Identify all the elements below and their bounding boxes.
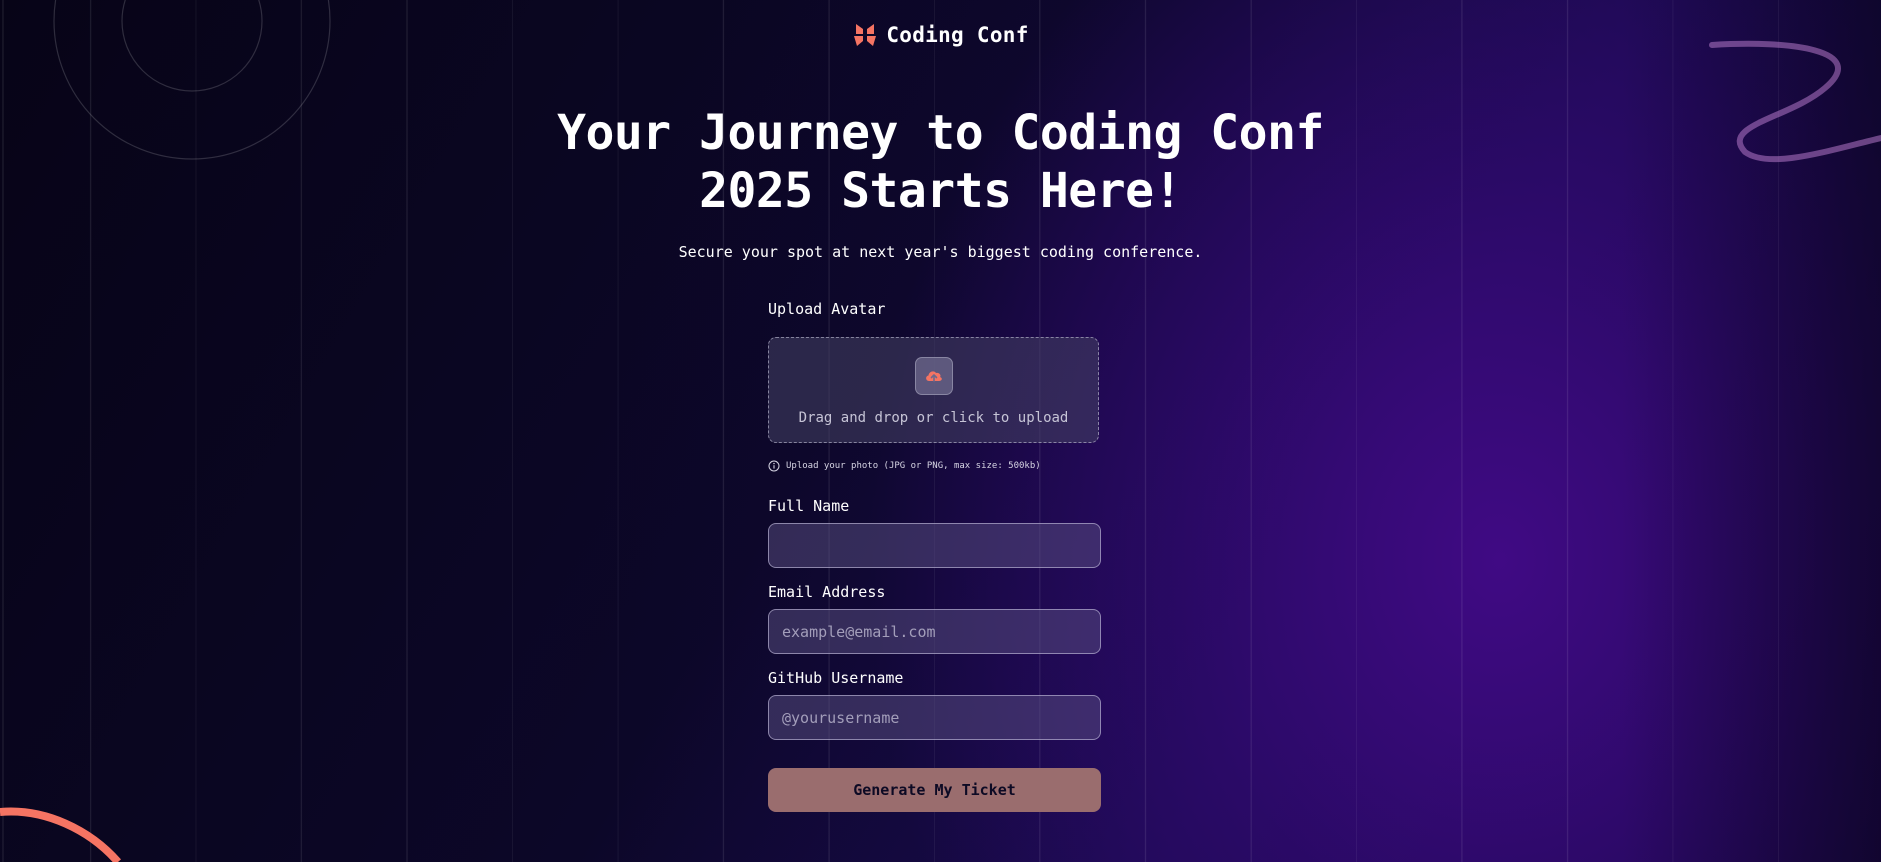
github-username-input[interactable] <box>768 695 1101 740</box>
full-name-label: Full Name <box>768 497 850 515</box>
upload-cloud-icon <box>915 357 953 395</box>
upload-hint-text: Upload your photo (JPG or PNG, max size:… <box>786 461 1041 471</box>
info-icon <box>768 460 780 472</box>
upload-hint: Upload your photo (JPG or PNG, max size:… <box>768 460 1041 472</box>
avatar-label: Upload Avatar <box>768 300 886 318</box>
avatar-upload-dropzone[interactable]: Drag and drop or click to upload <box>768 337 1099 443</box>
decorative-arc-bottom <box>0 807 122 862</box>
page-title: Your Journey to Coding Conf 2025 Starts … <box>0 104 1881 220</box>
upload-instruction: Drag and drop or click to upload <box>798 410 1069 426</box>
github-label: GitHub Username <box>768 669 904 687</box>
full-name-input[interactable] <box>768 523 1101 568</box>
email-input[interactable] <box>768 609 1101 654</box>
brand-name: Coding Conf <box>886 23 1029 47</box>
page-subtitle: Secure your spot at next year's biggest … <box>678 243 1203 261</box>
page-title-line-1: Your Journey to Coding Conf <box>557 105 1324 161</box>
logo: Coding Conf <box>0 22 1881 48</box>
coding-conf-logo-icon <box>854 24 877 46</box>
page-title-line-2: 2025 Starts Here! <box>699 163 1182 219</box>
generate-ticket-button[interactable]: Generate My Ticket <box>768 768 1101 812</box>
email-label: Email Address <box>768 583 886 601</box>
